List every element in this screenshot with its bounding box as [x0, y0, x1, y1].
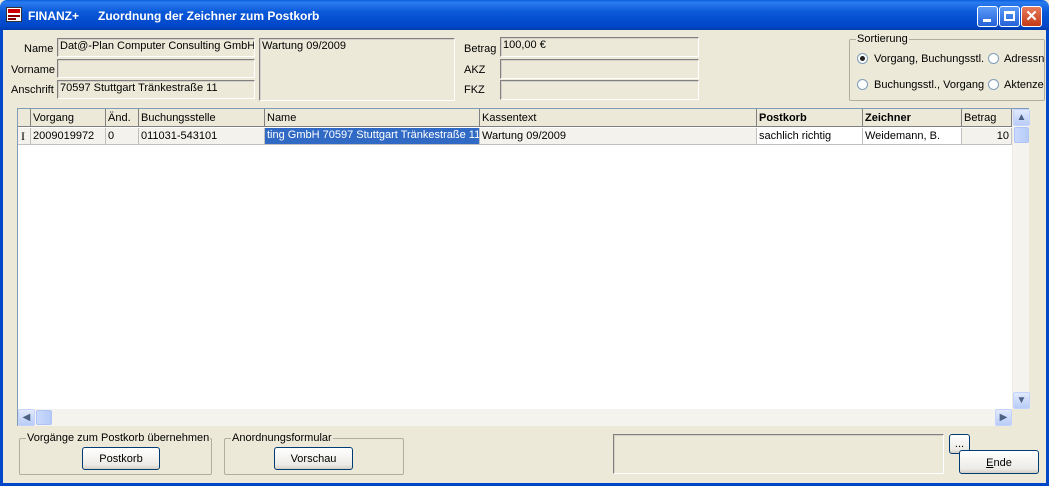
column-header-vorgang[interactable]: Vorgang: [31, 109, 106, 127]
minimize-button[interactable]: [977, 6, 998, 27]
anschrift-field[interactable]: 70597 Stuttgart Tränkestraße 11: [57, 80, 255, 99]
cell-aend[interactable]: 0: [106, 128, 139, 145]
betrag-label: Betrag: [464, 43, 497, 55]
scroll-up-button[interactable]: ▲: [1013, 109, 1030, 126]
radio-buchungsstl-vorgang[interactable]: [857, 79, 868, 90]
cell-kassentext[interactable]: Wartung 09/2009: [480, 128, 757, 145]
anordnungsformular-group-title: Anordnungsformular: [231, 432, 333, 444]
sortierung-group: Sortierung: [849, 33, 1045, 101]
close-button[interactable]: ✕: [1021, 6, 1042, 27]
radio-label-adressn: Adressn: [1004, 53, 1044, 65]
betrag-field[interactable]: 100,00 €: [500, 37, 699, 57]
cell-name[interactable]: ting GmbH 70597 Stuttgart Tränkestraße 1…: [265, 128, 480, 145]
scroll-right-button[interactable]: ▶: [995, 409, 1012, 426]
radio-label-aktenze: Aktenze: [1004, 79, 1044, 91]
vertical-scroll-thumb[interactable]: [1014, 127, 1029, 143]
scroll-down-button[interactable]: ▼: [1013, 392, 1030, 409]
window-frame-left: [0, 30, 3, 486]
name-label: Name: [24, 43, 54, 55]
column-header-kassentext[interactable]: Kassentext: [480, 109, 757, 127]
column-header-postkorb[interactable]: Postkorb: [757, 109, 863, 127]
radio-adressn[interactable]: [988, 53, 999, 64]
cell-betrag[interactable]: 10: [962, 128, 1012, 145]
cell-postkorb[interactable]: sachlich richtig: [757, 128, 863, 145]
radio-aktenze[interactable]: [988, 79, 999, 90]
app-name: FINANZ+: [28, 9, 79, 23]
fkz-label: FKZ: [464, 84, 485, 96]
radio-label-vorgang-buchungsstl: Vorgang, Buchungsstl.: [874, 53, 985, 65]
scroll-left-button[interactable]: ◀: [18, 409, 35, 426]
title-bar[interactable]: FINANZ+ Zuordnung der Zeichner zum Postk…: [0, 0, 1049, 30]
scrollbar-corner: [1012, 409, 1029, 426]
column-header-name[interactable]: Name: [265, 109, 480, 127]
column-header-aend[interactable]: Änd.: [106, 109, 139, 127]
ende-button[interactable]: Ende: [959, 450, 1039, 474]
app-icon-part: [8, 15, 20, 17]
app-icon-part: [8, 18, 16, 20]
column-header-zeichner[interactable]: Zeichner: [863, 109, 962, 127]
radio-label-buchungsstl-vorgang: Buchungsstl., Vorgang: [874, 79, 985, 91]
postkorb-button[interactable]: Postkorb: [82, 447, 160, 470]
sortierung-title: Sortierung: [856, 33, 909, 45]
anschrift-label: Anschrift: [11, 84, 54, 96]
horizontal-scroll-thumb[interactable]: [36, 410, 52, 425]
data-grid[interactable]: Vorgang Änd. Buchungsstelle Name Kassent…: [17, 108, 1030, 426]
column-header-betrag[interactable]: Betrag: [962, 109, 1012, 127]
app-icon-part: [8, 9, 20, 13]
maximize-icon: [1004, 11, 1015, 21]
radio-vorgang-buchungsstl[interactable]: [857, 53, 868, 64]
cell-zeichner[interactable]: Weidemann, B.: [863, 128, 962, 145]
ende-button-label: Ende: [986, 457, 1012, 469]
app-icon[interactable]: [6, 7, 22, 22]
horizontal-scrollbar[interactable]: ◀ ▶: [18, 409, 1012, 426]
window-title: Zuordnung der Zeichner zum Postkorb: [98, 9, 320, 23]
fkz-field[interactable]: [500, 80, 699, 100]
vorname-label: Vorname: [11, 64, 56, 76]
row-indicator-header: [18, 109, 31, 127]
vorschau-button[interactable]: Vorschau: [274, 447, 353, 470]
name-field[interactable]: Dat@-Plan Computer Consulting GmbH: [57, 38, 255, 57]
akz-field[interactable]: [500, 59, 699, 79]
status-field[interactable]: [613, 434, 944, 474]
vorname-field[interactable]: [57, 59, 255, 78]
kassentext-field[interactable]: Wartung 09/2009: [259, 38, 455, 101]
close-icon: ✕: [1025, 8, 1038, 25]
akz-label: AKZ: [464, 64, 486, 76]
column-header-buchungsstelle[interactable]: Buchungsstelle: [139, 109, 265, 127]
row-indicator[interactable]: I: [18, 128, 31, 145]
minimize-icon: [983, 19, 991, 22]
maximize-button[interactable]: [999, 6, 1020, 27]
postkorb-group-title: Vorgänge zum Postkorb übernehmen: [26, 432, 211, 444]
cell-buchungsstelle[interactable]: 011031-543101: [139, 128, 265, 145]
vertical-scrollbar[interactable]: ▲ ▼: [1012, 109, 1030, 409]
cell-vorgang[interactable]: 2009019972: [31, 128, 106, 145]
